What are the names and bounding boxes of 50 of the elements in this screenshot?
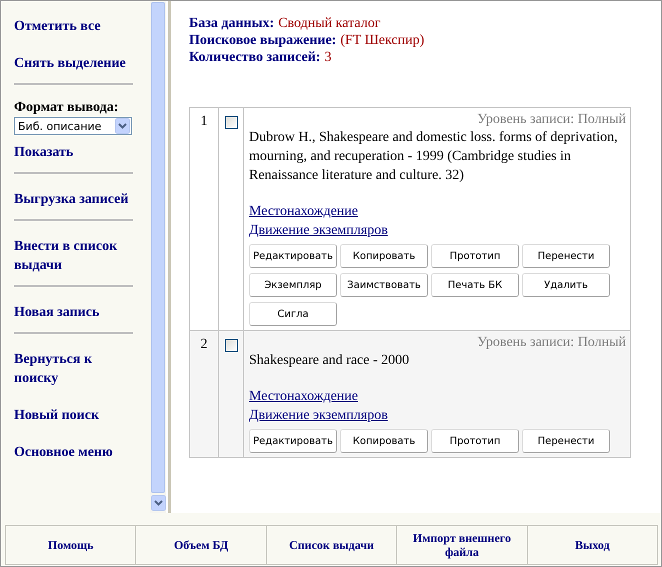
record-action-button[interactable]: Прототип <box>431 429 519 453</box>
summary-value: Сводный каталог <box>278 16 380 31</box>
record-checkbox[interactable] <box>224 116 238 129</box>
record-action-button[interactable]: Копировать <box>340 429 428 453</box>
record-description: Dubrow H., Shakespeare and domestic loss. forms of deprivation, mourning, and recuperation - 1999 (Cambridge studies in Renaissance literature and culture. 32) <box>249 129 619 185</box>
sidebar-link[interactable]: Новый поиск <box>14 406 139 425</box>
sidebar-link[interactable]: Новая запись <box>14 303 139 322</box>
record-action-button[interactable]: Печать БК <box>431 273 519 297</box>
record-level: Уровень записи: Полный <box>477 112 626 127</box>
summary-value: 3 <box>324 50 332 65</box>
summary-label: База данных: <box>189 16 274 31</box>
scrollbar-thumb[interactable] <box>151 2 165 493</box>
footer-link[interactable]: Импорт внешнего файла <box>397 526 528 564</box>
record-action-button[interactable]: Копировать <box>340 244 428 268</box>
sidebar-link[interactable]: Снять выделение <box>14 54 139 73</box>
sidebar-link[interactable]: Показать <box>14 143 139 162</box>
footer-link[interactable]: Список выдачи <box>266 526 398 564</box>
record-action-button[interactable]: Редактировать <box>249 429 337 453</box>
record-action-button[interactable]: Перенести <box>522 244 610 268</box>
scroll-down-icon[interactable] <box>150 495 166 511</box>
footer-link[interactable]: Объем БД <box>136 526 267 564</box>
footer-link[interactable]: Помощь <box>6 526 136 564</box>
summary-value: (FT Шекспир) <box>340 33 424 48</box>
record-action-button[interactable]: Прототип <box>431 244 519 268</box>
record-action-button[interactable]: Удалить <box>522 273 610 297</box>
record-action-button[interactable]: Экземпляр <box>249 273 337 297</box>
record-link[interactable]: Движение экземпляров <box>249 406 388 425</box>
footer-link[interactable]: Выход <box>528 526 658 564</box>
sidebar-link[interactable]: Внести в список выдачи <box>14 237 139 275</box>
format-dropdown[interactable]: Биб. описание <box>14 117 132 135</box>
record-action-button[interactable]: Перенести <box>522 429 610 453</box>
summary-label: Количество записей: <box>189 50 320 65</box>
record-link[interactable]: Местонахождение <box>249 202 358 221</box>
record-link[interactable]: Движение экземпляров <box>249 221 388 240</box>
sidebar-link[interactable]: Основное меню <box>14 443 139 462</box>
sidebar-link[interactable]: Вернуться к поиску <box>14 350 139 388</box>
record-link[interactable]: Местонахождение <box>249 387 358 406</box>
scrollbar[interactable] <box>150 1 168 513</box>
record-action-button[interactable]: Редактировать <box>249 244 337 268</box>
record-action-button[interactable]: Сигла <box>249 302 337 326</box>
record-description: Shakespeare and race - 2000 <box>249 352 410 370</box>
record-level: Уровень записи: Полный <box>477 335 626 350</box>
record-number: 1 <box>190 108 218 330</box>
sidebar-link[interactable]: Выгрузка записей <box>14 190 139 209</box>
record-checkbox[interactable] <box>224 339 238 352</box>
record-number: 2 <box>190 330 218 458</box>
summary-label: Поисковое выражение: <box>189 33 336 48</box>
sidebar-link[interactable]: Отметить все <box>14 17 139 36</box>
record-action-button[interactable]: Заимствовать <box>340 273 428 297</box>
format-label: Формат вывода: <box>14 99 118 117</box>
